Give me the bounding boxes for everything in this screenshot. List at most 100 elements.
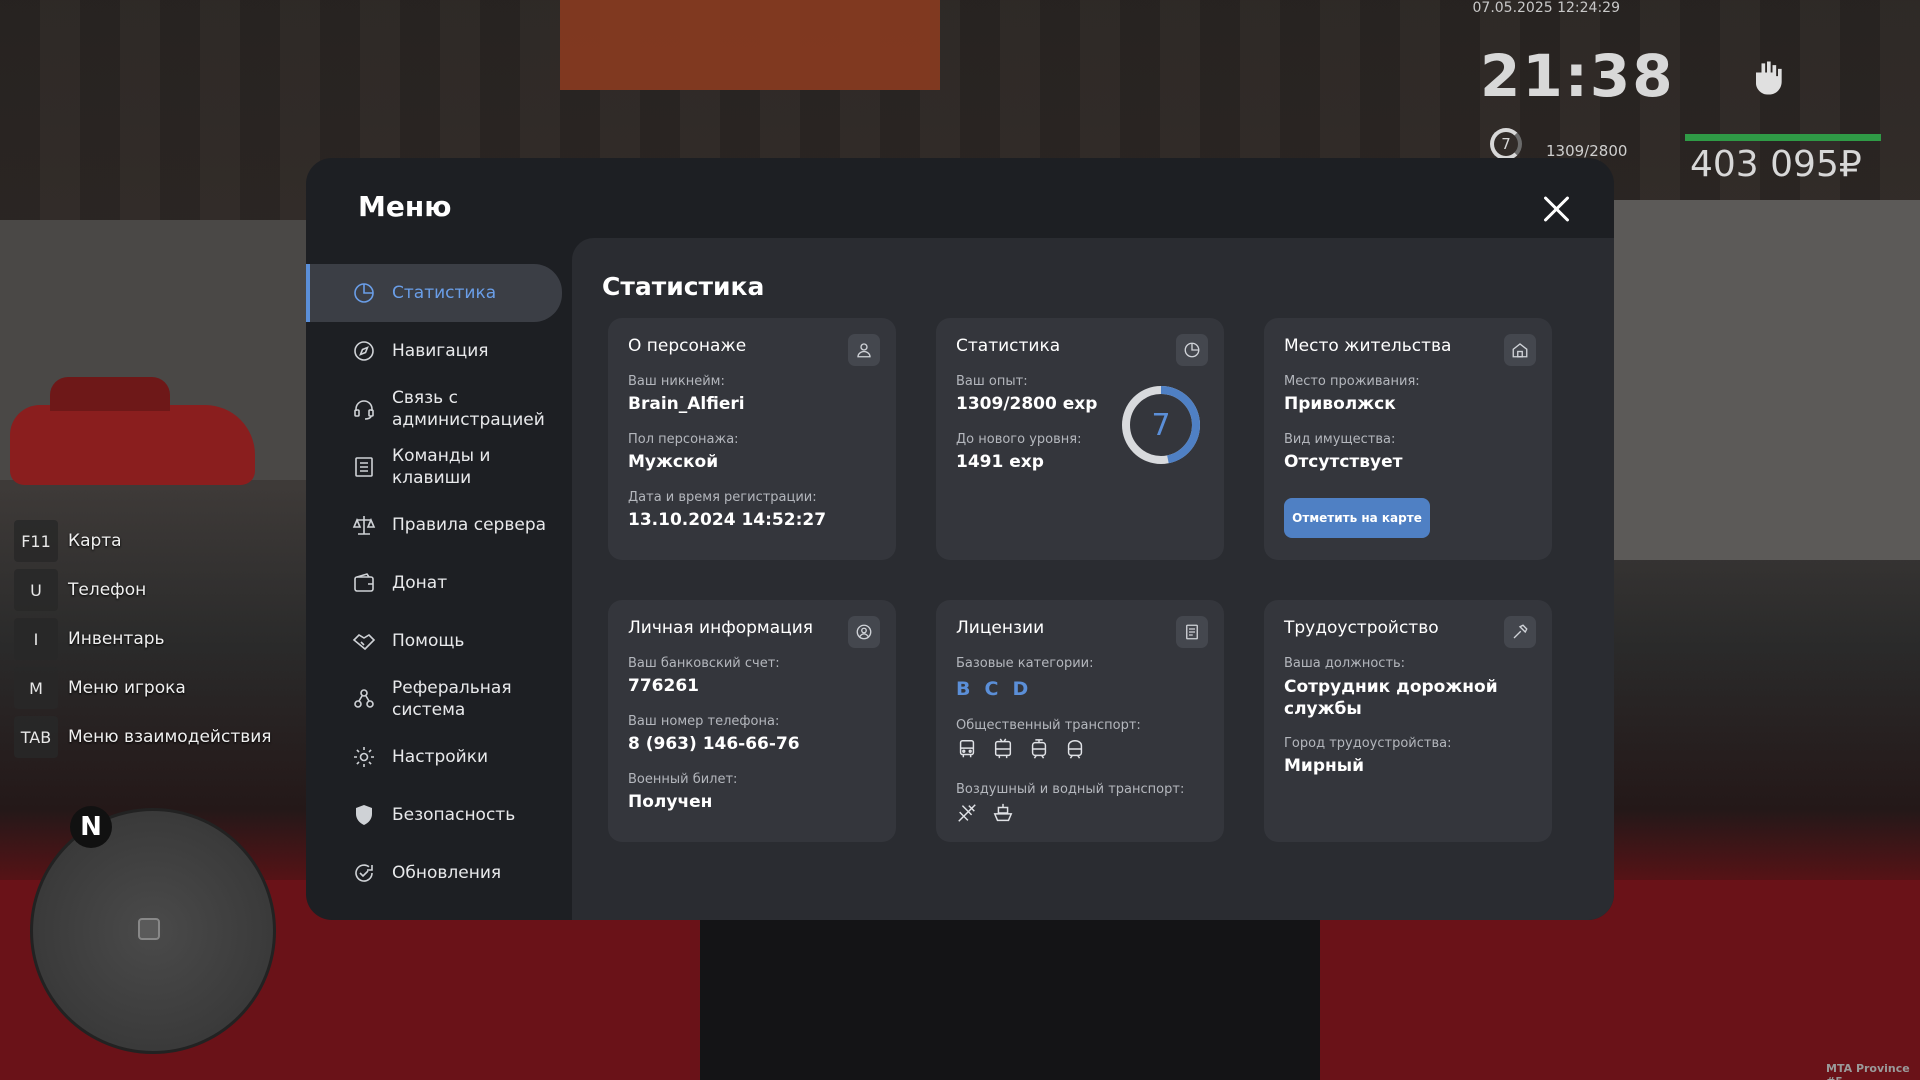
card-personal-info: Личная информация Ваш банковский счет: 7… bbox=[608, 600, 896, 842]
hud-level: 7 bbox=[1501, 135, 1511, 153]
military-value: Получен bbox=[628, 792, 713, 812]
bank-account-label: Ваш банковский счет: bbox=[628, 656, 780, 671]
public-transport-label: Общественный транспорт: bbox=[956, 718, 1141, 733]
hotkey-player-menu[interactable]: M Меню игрока bbox=[14, 667, 272, 709]
card-character: О персонаже Ваш никнейм: Brain_Alfieri П… bbox=[608, 318, 896, 560]
license-category: C bbox=[984, 678, 999, 700]
wallet-icon bbox=[354, 573, 374, 592]
hotkey-inventory[interactable]: I Инвентарь bbox=[14, 618, 272, 660]
house-icon bbox=[1504, 334, 1536, 366]
minimap-north-indicator: N bbox=[70, 806, 112, 848]
work-city-label: Город трудоустройства: bbox=[1284, 736, 1452, 751]
hotkey-label: Карта bbox=[68, 531, 122, 551]
hotkey-list: F11 Карта U Телефон I Инвентарь M Меню игрок… bbox=[14, 520, 272, 765]
hotkey-map[interactable]: F11 Карта bbox=[14, 520, 272, 562]
hotkey-label: Телефон bbox=[68, 580, 147, 600]
plane-icon bbox=[956, 802, 978, 824]
refresh-check-icon bbox=[355, 864, 373, 882]
user-circle-icon bbox=[848, 616, 880, 648]
hotkey-phone[interactable]: U Телефон bbox=[14, 569, 272, 611]
license-category: B bbox=[956, 678, 971, 700]
close-icon[interactable] bbox=[1540, 192, 1574, 226]
background-character-silhouette bbox=[700, 900, 1320, 1080]
sidebar-item-donate[interactable]: Донат bbox=[306, 554, 568, 612]
hotkey-key: F11 bbox=[14, 520, 58, 562]
player-marker-icon bbox=[138, 918, 160, 940]
server-watermark: MTA Province #5 bbox=[1826, 1062, 1910, 1080]
exp-label: Ваш опыт: bbox=[956, 374, 1028, 389]
sidebar-item-label: Безопасность bbox=[392, 805, 516, 825]
pie-chart-icon bbox=[354, 283, 374, 303]
work-city-value: Мирный bbox=[1284, 756, 1365, 776]
hud-money: 403 095₽ bbox=[1690, 144, 1862, 185]
sidebar-item-security[interactable]: Безопасность bbox=[306, 786, 568, 844]
sidebar-item-label: Обновления bbox=[392, 863, 502, 883]
hotkey-key: I bbox=[14, 618, 58, 660]
card-statistics: Статистика Ваш опыт: 1309/2800 exp До но… bbox=[936, 318, 1224, 560]
pie-chart-icon bbox=[1176, 334, 1208, 366]
compass-icon bbox=[354, 341, 374, 361]
level-progress-ring: 7 bbox=[1120, 384, 1202, 466]
sidebar-item-updates[interactable]: Обновления bbox=[306, 844, 568, 902]
registration-value: 13.10.2024 14:52:27 bbox=[628, 510, 827, 530]
document-icon bbox=[1176, 616, 1208, 648]
card-residence: Место жительства Место проживания: Приво… bbox=[1264, 318, 1552, 560]
headset-icon bbox=[354, 400, 374, 420]
air-water-transport-label: Воздушный и водный транспорт: bbox=[956, 782, 1185, 797]
tram-icon bbox=[1028, 738, 1050, 760]
residence-label: Место проживания: bbox=[1284, 374, 1420, 389]
card-title: Личная информация bbox=[628, 618, 814, 638]
sidebar-item-statistics[interactable]: Статистика bbox=[306, 264, 562, 322]
trolleybus-icon bbox=[992, 738, 1014, 760]
sidebar-item-label: Команды и клавиши bbox=[392, 446, 491, 488]
card-title: Трудоустройство bbox=[1284, 618, 1439, 638]
card-title: Статистика bbox=[956, 336, 1061, 356]
bank-account-value: 776261 bbox=[628, 676, 699, 696]
bus-icon bbox=[956, 738, 978, 760]
base-categories-label: Базовые категории: bbox=[956, 656, 1094, 671]
handshake-icon bbox=[352, 633, 376, 651]
hud-health-bar bbox=[1685, 134, 1881, 141]
hammer-icon bbox=[1504, 616, 1536, 648]
menu-panel: Меню Статистика Навигация Связь с админи… bbox=[306, 158, 1614, 920]
sidebar-item-admin-contact[interactable]: Связь с администрацией bbox=[306, 380, 568, 438]
hud-clock: 21:38 bbox=[1480, 42, 1675, 110]
sidebar-item-help[interactable]: Помощь bbox=[306, 612, 568, 670]
hud-datetime: 07.05.2025 12:24:29 bbox=[1472, 0, 1621, 16]
gender-label: Пол персонажа: bbox=[628, 432, 739, 447]
sidebar-item-label: Навигация bbox=[392, 341, 489, 361]
property-label: Вид имущества: bbox=[1284, 432, 1396, 447]
sidebar-item-label: Настройки bbox=[392, 747, 489, 767]
card-licenses: Лицензии Базовые категории: B C D Общест… bbox=[936, 600, 1224, 842]
hud-level-ring: 7 bbox=[1490, 128, 1522, 160]
sidebar-item-navigation[interactable]: Навигация bbox=[306, 322, 568, 380]
metro-icon bbox=[1064, 738, 1086, 760]
sidebar-item-commands[interactable]: Команды и клавиши bbox=[306, 438, 568, 496]
phone-value: 8 (963) 146-66-76 bbox=[628, 734, 800, 754]
card-employment: Трудоустройство Ваша должность: Сотрудни… bbox=[1264, 600, 1552, 842]
ship-icon bbox=[992, 802, 1014, 824]
sidebar-item-label: Связь с администрацией bbox=[392, 388, 545, 430]
list-icon bbox=[355, 457, 373, 477]
sidebar-item-referral[interactable]: Реферальная система bbox=[306, 670, 568, 728]
hotkey-interaction-menu[interactable]: TAB Меню взаимодействия bbox=[14, 716, 272, 758]
sidebar-item-label: Статистика bbox=[392, 283, 497, 303]
hotkey-label: Меню игрока bbox=[68, 678, 186, 698]
position-value: Сотрудник дорожной службы bbox=[1284, 677, 1498, 719]
residence-value: Приволжск bbox=[1284, 394, 1396, 414]
fist-icon bbox=[1745, 50, 1789, 106]
next-level-label: До нового уровня: bbox=[956, 432, 1082, 447]
next-level-value: 1491 exp bbox=[956, 452, 1044, 472]
hotkey-key: TAB bbox=[14, 716, 58, 758]
property-value: Отсутствует bbox=[1284, 452, 1403, 472]
sidebar-item-rules[interactable]: Правила сервера bbox=[306, 496, 568, 554]
content-area: Статистика О персонаже Ваш никнейм: Brai… bbox=[572, 238, 1614, 920]
sidebar-item-settings[interactable]: Настройки bbox=[306, 728, 568, 786]
shield-icon bbox=[356, 805, 372, 825]
hotkey-label: Меню взаимодействия bbox=[68, 727, 272, 747]
position-label: Ваша должность: bbox=[1284, 656, 1406, 671]
people-icon bbox=[354, 689, 374, 708]
mark-on-map-button[interactable]: Отметить на карте bbox=[1284, 498, 1430, 538]
level-number: 7 bbox=[1151, 407, 1171, 443]
gear-icon bbox=[354, 747, 374, 767]
